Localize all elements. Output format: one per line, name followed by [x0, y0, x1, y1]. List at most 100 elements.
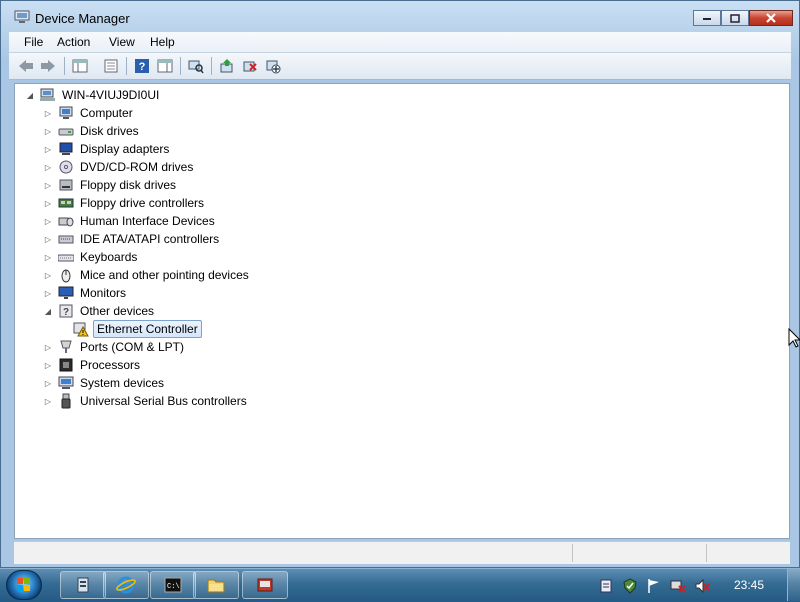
expand-arrow-icon[interactable]: ▷	[43, 108, 53, 118]
tree-item-human-interface-devices[interactable]: ▷ Human Interface Devices	[43, 212, 217, 230]
expand-arrow-icon[interactable]: ▷	[43, 396, 53, 406]
svg-text:C:\: C:\	[167, 583, 180, 591]
close-button[interactable]	[749, 10, 793, 26]
window-title: Device Manager	[35, 11, 130, 26]
help-button[interactable]: ?	[133, 57, 151, 75]
show-action-pane-button[interactable]	[156, 57, 174, 75]
collapse-arrow-icon[interactable]: ◢	[43, 306, 53, 316]
tree-item-label: Keyboards	[80, 250, 138, 264]
close-icon	[766, 13, 776, 23]
scan-hardware-button[interactable]	[187, 57, 205, 75]
tree-item-label: Ports (COM & LPT)	[80, 340, 185, 354]
expand-arrow-icon[interactable]: ▷	[43, 360, 53, 370]
menu-view[interactable]: View	[109, 35, 135, 49]
expand-arrow-icon[interactable]: ▷	[43, 252, 53, 262]
back-icon	[19, 60, 33, 72]
tree-item-ide-controllers[interactable]: ▷ IDE ATA/ATAPI controllers	[43, 230, 221, 248]
tree-item-label: System devices	[80, 376, 165, 390]
device-manager-icon	[14, 10, 30, 23]
update-driver-button[interactable]	[218, 57, 236, 75]
taskbar-device-manager[interactable]	[242, 571, 288, 599]
root-label: WIN-4VIUJ9DI0UI	[62, 88, 160, 102]
expand-arrow-icon[interactable]: ▷	[43, 342, 53, 352]
keyboard-icon	[58, 254, 74, 262]
taskbar-internet-explorer[interactable]	[103, 571, 149, 599]
port-icon	[60, 340, 72, 353]
menu-file[interactable]: File	[24, 35, 43, 49]
properties-icon	[104, 59, 118, 73]
maximize-icon	[730, 13, 740, 23]
warning-device-icon	[73, 322, 89, 337]
device-tree-pane[interactable]: ◢ WIN-4VIUJ9DI0UI ▷ Computer ▷ Disk driv…	[14, 83, 790, 539]
show-action-pane-icon	[157, 59, 173, 73]
expand-arrow-icon[interactable]: ▷	[43, 270, 53, 280]
tree-item-mice[interactable]: ▷ Mice and other pointing devices	[43, 266, 251, 284]
disable-device-icon	[266, 60, 281, 74]
svg-text:?: ?	[63, 307, 69, 318]
tree-item-label: IDE ATA/ATAPI controllers	[80, 232, 220, 246]
security-shield-icon[interactable]	[622, 578, 638, 594]
menu-help[interactable]: Help	[150, 35, 175, 49]
taskbar-windows-explorer[interactable]	[193, 571, 239, 599]
show-desktop-button[interactable]	[787, 569, 800, 601]
show-hide-console-tree-button[interactable]	[71, 57, 89, 75]
monitor-icon	[58, 286, 74, 299]
toolbar: ?	[9, 53, 791, 80]
tree-item-label: Universal Serial Bus controllers	[80, 394, 247, 408]
tree-item-disk-drives[interactable]: ▷ Disk drives	[43, 122, 141, 140]
server-manager-icon	[77, 577, 89, 593]
network-icon[interactable]	[670, 578, 686, 594]
forward-button[interactable]	[39, 57, 57, 75]
menu-bar: File Action View Help	[9, 32, 791, 53]
expand-arrow-icon[interactable]: ▷	[43, 180, 53, 190]
start-button[interactable]	[6, 570, 42, 600]
tree-item-label: Ethernet Controller	[93, 320, 202, 338]
flag-icon[interactable]	[646, 578, 662, 594]
tree-item-processors[interactable]: ▷ Processors	[43, 356, 142, 374]
taskbar-command-prompt[interactable]: C:\	[150, 571, 196, 599]
tree-item-label: DVD/CD-ROM drives	[80, 160, 194, 174]
tree-item-system-devices[interactable]: ▷ System devices	[43, 374, 166, 392]
expand-arrow-icon[interactable]: ▷	[43, 216, 53, 226]
tree-item-label: Floppy drive controllers	[80, 196, 205, 210]
windows-start-icon	[17, 578, 30, 591]
expand-arrow-icon[interactable]: ▷	[43, 126, 53, 136]
collapse-arrow-icon[interactable]: ◢	[25, 90, 35, 100]
tree-item-floppy-drive-controllers[interactable]: ▷ Floppy drive controllers	[43, 194, 206, 212]
tree-item-display-adapters[interactable]: ▷ Display adapters	[43, 140, 171, 158]
tree-item-monitors[interactable]: ▷ Monitors	[43, 284, 128, 302]
tree-item-other-devices[interactable]: ◢ ? Other devices	[43, 302, 156, 320]
tree-item-ethernet-controller[interactable]: Ethernet Controller	[62, 320, 202, 338]
tree-item-ports[interactable]: ▷ Ports (COM & LPT)	[43, 338, 186, 356]
action-center-icon[interactable]	[598, 578, 614, 594]
tree-item-keyboards[interactable]: ▷ Keyboards	[43, 248, 139, 266]
minimize-button[interactable]	[693, 10, 721, 26]
update-driver-icon	[220, 59, 233, 73]
expand-arrow-icon[interactable]: ▷	[43, 378, 53, 388]
expand-arrow-icon[interactable]: ▷	[43, 162, 53, 172]
properties-button[interactable]	[102, 57, 120, 75]
tree-item-label: Floppy disk drives	[80, 178, 177, 192]
taskbar-server-manager[interactable]	[60, 571, 106, 599]
tree-item-floppy-disk-drives[interactable]: ▷ Floppy disk drives	[43, 176, 178, 194]
expand-arrow-icon[interactable]: ▷	[43, 198, 53, 208]
tree-item-dvd-drives[interactable]: ▷ DVD/CD-ROM drives	[43, 158, 195, 176]
expand-arrow-icon[interactable]: ▷	[43, 144, 53, 154]
system-clock[interactable]: 23:45	[734, 578, 764, 592]
tree-root[interactable]: ◢ WIN-4VIUJ9DI0UI	[25, 86, 161, 104]
tree-item-usb-controllers[interactable]: ▷ Universal Serial Bus controllers	[43, 392, 249, 410]
expand-arrow-icon[interactable]: ▷	[43, 234, 53, 244]
maximize-button[interactable]	[721, 10, 749, 26]
uninstall-button[interactable]	[241, 57, 259, 75]
disable-device-button[interactable]	[264, 57, 282, 75]
status-bar	[14, 541, 790, 564]
volume-muted-icon[interactable]	[694, 578, 710, 594]
back-button[interactable]	[17, 57, 35, 75]
menu-action[interactable]: Action	[57, 35, 90, 49]
tree-item-computer[interactable]: ▷ Computer	[43, 104, 135, 122]
expand-arrow-icon[interactable]: ▷	[43, 288, 53, 298]
title-bar[interactable]: Device Manager	[1, 1, 799, 31]
internet-explorer-icon	[116, 576, 136, 594]
usb-icon	[61, 393, 71, 409]
hid-icon	[58, 217, 74, 227]
